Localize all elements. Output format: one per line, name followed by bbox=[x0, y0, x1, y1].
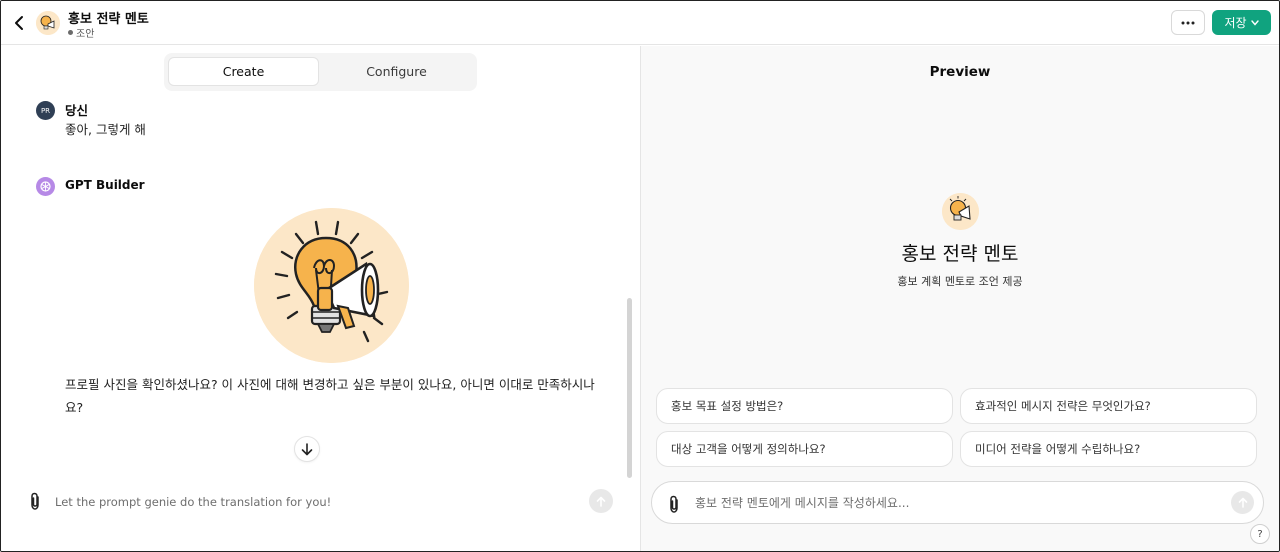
user-name: 당신 bbox=[65, 103, 89, 118]
draft-status: 조안 bbox=[68, 25, 94, 40]
arrow-down-icon bbox=[301, 442, 313, 455]
user-avatar: PR bbox=[36, 101, 55, 120]
arrow-up-icon bbox=[1238, 497, 1247, 508]
suggestion-chip[interactable]: 홍보 목표 설정 방법은? bbox=[656, 388, 953, 424]
attach-button[interactable] bbox=[26, 491, 44, 511]
suggestion-chip[interactable]: 미디어 전략을 어떻게 수립하나요? bbox=[960, 431, 1257, 467]
status-label: 조안 bbox=[76, 29, 95, 40]
scroll-to-bottom-button[interactable] bbox=[294, 436, 320, 462]
suggestion-chip[interactable]: 효과적인 메시지 전략은 무엇인가요? bbox=[960, 388, 1257, 424]
lightbulb-megaphone-icon bbox=[942, 193, 979, 230]
chevron-left-icon bbox=[15, 16, 23, 30]
gpt-builder-avatar bbox=[36, 177, 55, 196]
gpt-avatar bbox=[36, 11, 60, 35]
gpt-builder-message: 프로필 사진을 확인하셨나요? 이 사진에 대해 변경하고 싶은 부분이 있나요… bbox=[65, 377, 595, 415]
user-message: 좋아, 그렇게 해 bbox=[65, 122, 146, 137]
generated-profile-image bbox=[254, 208, 409, 363]
arrow-up-icon bbox=[596, 496, 606, 507]
gpt-builder-name: GPT Builder bbox=[65, 178, 145, 192]
preview-composer bbox=[651, 481, 1264, 524]
more-options-button[interactable] bbox=[1171, 10, 1205, 35]
preview-gpt-description: 홍보 계획 멘토로 조언 제공 bbox=[897, 275, 1023, 288]
openai-logo-icon bbox=[40, 181, 51, 192]
preview-gpt-avatar bbox=[942, 193, 979, 230]
preview-message-input[interactable] bbox=[695, 493, 1215, 513]
save-button[interactable]: 저장 bbox=[1212, 10, 1271, 35]
builder-send-button[interactable] bbox=[589, 489, 613, 513]
builder-tabs: Create Configure bbox=[164, 53, 477, 91]
paperclip-icon bbox=[670, 495, 678, 513]
lightbulb-megaphone-icon bbox=[36, 11, 60, 35]
top-bar: 홍보 전략 멘토 조안 저장 bbox=[1, 1, 1279, 45]
builder-message-input[interactable] bbox=[55, 492, 575, 512]
save-button-label: 저장 bbox=[1224, 16, 1247, 30]
more-horizontal-icon bbox=[1181, 21, 1195, 24]
status-dot-icon bbox=[68, 30, 73, 35]
tab-create[interactable]: Create bbox=[168, 57, 319, 86]
preview-attach-button[interactable] bbox=[665, 494, 683, 514]
preview-heading: Preview bbox=[929, 64, 991, 80]
suggestion-chip[interactable]: 대상 고객을 어떻게 정의하나요? bbox=[656, 431, 953, 467]
paperclip-icon bbox=[31, 492, 39, 510]
help-button[interactable]: ? bbox=[1250, 524, 1270, 544]
chat-scrollbar[interactable] bbox=[627, 298, 632, 478]
builder-panel: Create Configure PR 당신 좋아, 그렇게 해 GPT Bui… bbox=[1, 46, 640, 551]
app-window: 홍보 전략 멘토 조안 저장 Create Configure PR 당신 좋아… bbox=[0, 0, 1280, 552]
tab-configure[interactable]: Configure bbox=[321, 57, 472, 86]
preview-gpt-name: 홍보 전략 멘토 bbox=[901, 243, 1019, 265]
chevron-down-icon bbox=[1250, 19, 1259, 26]
lightbulb-megaphone-icon bbox=[254, 208, 409, 363]
preview-panel: Preview 홍보 전략 멘토 홍보 계획 멘토로 조언 제공 홍보 목표 설… bbox=[641, 46, 1279, 551]
preview-send-button[interactable] bbox=[1231, 491, 1254, 514]
back-button[interactable] bbox=[9, 11, 29, 35]
